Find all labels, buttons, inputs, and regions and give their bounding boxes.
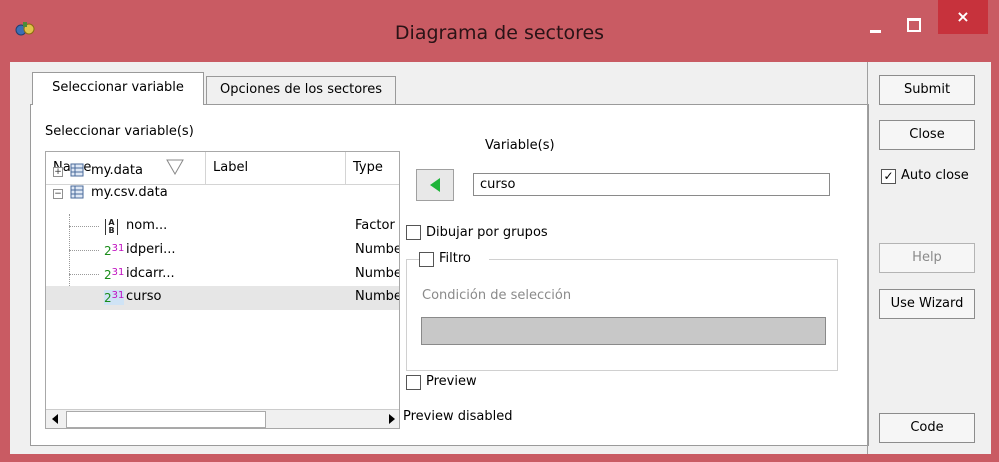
variable-name: idcarr... [126, 266, 175, 281]
condition-label: Condición de selección [422, 288, 572, 303]
tree-row-variable[interactable]: AB nom... Factor [46, 215, 399, 239]
condition-input[interactable] [421, 317, 826, 345]
horizontal-scrollbar[interactable] [46, 409, 399, 428]
title-bar: Diagrama de sectores × [0, 0, 999, 62]
tree-row-variable[interactable]: 231 idperi... Numbe [46, 239, 399, 263]
variable-type: Numbe [355, 266, 400, 281]
auto-close-checkbox[interactable]: ✓ [881, 169, 896, 184]
window-title: Diagrama de sectores [394, 22, 605, 44]
variable-field[interactable]: curso [473, 173, 830, 196]
tree-row-dataset[interactable]: + my.data [46, 160, 399, 184]
code-button[interactable]: Code [879, 413, 975, 443]
add-variable-button[interactable] [416, 169, 454, 201]
help-button[interactable]: Help [879, 243, 975, 273]
tab-seleccionar-variable[interactable]: Seleccionar variable [32, 72, 204, 105]
preview-label: Preview [426, 374, 477, 389]
scroll-right-icon[interactable] [385, 413, 399, 425]
panel-divider [867, 62, 868, 454]
expand-icon[interactable]: + [53, 167, 63, 177]
variable-type: Factor [355, 218, 395, 233]
close-button[interactable]: Close [879, 120, 975, 150]
numeric-icon: 231 [104, 267, 125, 282]
target-label: Variable(s) [485, 138, 555, 153]
tree-row-variable[interactable]: 231 idcarr... Numbe [46, 263, 399, 287]
dataset-name: my.csv.data [91, 185, 168, 200]
variable-name: curso [126, 289, 162, 304]
tab-opciones-sectores[interactable]: Opciones de los sectores [206, 76, 396, 104]
variable-name: nom... [126, 218, 168, 233]
dialog-body: Seleccionar variable Opciones de los sec… [10, 62, 991, 454]
auto-close-label: Auto close [901, 168, 969, 183]
filter-label: Filtro [439, 251, 471, 266]
collapse-icon[interactable]: − [53, 189, 63, 199]
factor-icon: AB [105, 219, 118, 235]
arrow-left-icon [430, 178, 440, 192]
group-checkbox[interactable] [406, 225, 421, 240]
minimize-button[interactable] [862, 12, 890, 40]
variable-tree[interactable]: Name Label Type + my.data [45, 151, 400, 429]
scrollbar-thumb[interactable] [66, 411, 266, 428]
variable-type: Numbe [355, 242, 400, 257]
tree-row-dataset[interactable]: − my.csv.data [46, 182, 399, 206]
source-label: Seleccionar variable(s) [45, 124, 194, 139]
group-checkbox-label: Dibujar por grupos [426, 225, 548, 240]
scroll-left-icon[interactable] [49, 413, 63, 425]
variable-name: idperi... [126, 242, 176, 257]
dataset-icon [70, 163, 84, 177]
variable-type: Numbe [355, 289, 400, 304]
close-window-button[interactable]: × [938, 0, 988, 34]
dataset-icon [70, 185, 84, 199]
numeric-icon: 231 [104, 243, 125, 258]
submit-button[interactable]: Submit [879, 75, 975, 105]
maximize-button[interactable] [899, 12, 927, 40]
tree-row-variable-selected[interactable]: 231 curso Numbe [46, 286, 399, 310]
filter-groupbox [406, 259, 838, 371]
dataset-name: my.data [91, 163, 143, 178]
filter-legend: Filtro [419, 250, 489, 268]
preview-checkbox[interactable] [406, 375, 421, 390]
numeric-icon: 231 [104, 290, 125, 305]
filter-checkbox[interactable] [419, 252, 434, 267]
use-wizard-button[interactable]: Use Wizard [879, 289, 975, 319]
preview-status: Preview disabled [403, 409, 513, 424]
